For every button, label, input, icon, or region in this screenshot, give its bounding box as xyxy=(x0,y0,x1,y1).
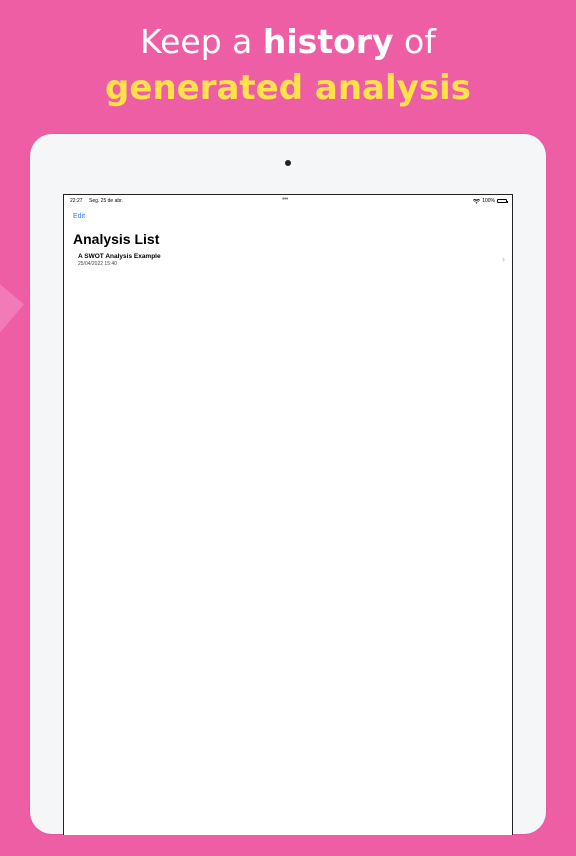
headline-emphasis: history xyxy=(262,22,394,61)
status-right-group: 100% xyxy=(473,198,508,204)
app-screen: 22:27 Seg. 25 de abr. ••• 100% Edit Anal… xyxy=(63,194,513,835)
battery-icon xyxy=(497,199,508,203)
multitasking-dots[interactable]: ••• xyxy=(282,196,288,203)
battery-percent: 100% xyxy=(482,198,495,204)
headline-line-2: generated analysis xyxy=(105,67,471,108)
ipad-frame: 22:27 Seg. 25 de abr. ••• 100% Edit Anal… xyxy=(30,134,546,835)
camera-icon xyxy=(285,160,291,166)
chevron-right-icon: › xyxy=(502,254,505,264)
background-shape xyxy=(0,150,24,856)
promo-headline: Keep a history of generated analysis xyxy=(0,22,576,108)
list-item[interactable]: A SWOT Analysis Example 25/04/2022 15:40… xyxy=(64,253,512,271)
wifi-icon xyxy=(473,198,481,204)
page-title: Analysis List xyxy=(73,231,160,247)
headline-line-1: Keep a history of xyxy=(0,22,576,62)
status-time: 22:27 xyxy=(70,198,83,204)
headline-suffix: of xyxy=(393,22,436,61)
status-bar: 22:27 Seg. 25 de abr. ••• 100% xyxy=(64,196,512,207)
list-item-title: A SWOT Analysis Example xyxy=(78,253,161,260)
analysis-list: A SWOT Analysis Example 25/04/2022 15:40… xyxy=(64,253,512,271)
list-item-date: 25/04/2022 15:40 xyxy=(78,261,117,267)
status-date: Seg. 25 de abr. xyxy=(89,198,123,204)
edit-button[interactable]: Edit xyxy=(73,213,85,220)
headline-prefix: Keep a xyxy=(140,22,263,61)
